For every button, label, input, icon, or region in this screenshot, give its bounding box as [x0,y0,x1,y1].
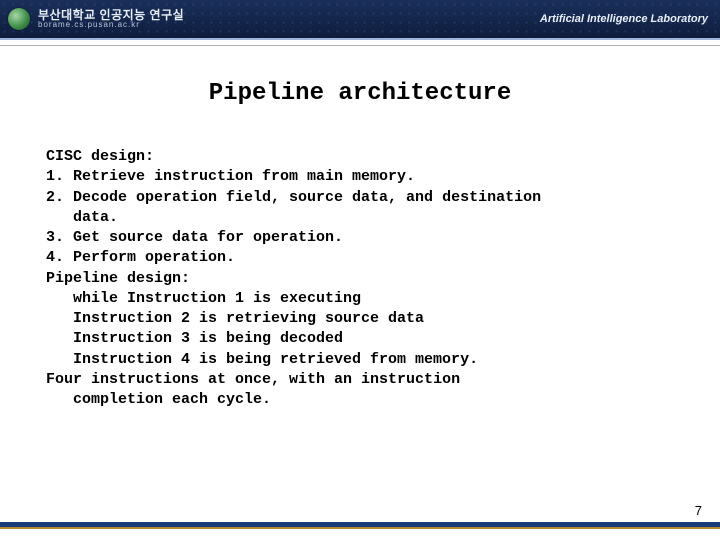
cisc-step-4: 4. Perform operation. [46,248,674,268]
slide-footer [0,522,720,540]
slide-header: 부산대학교 인공지능 연구실 borame.cs.pusan.ac.kr Art… [0,0,720,38]
pipeline-line-3: Instruction 3 is being decoded [46,329,674,349]
cisc-step-2-line1: 2. Decode operation field, source data, … [46,188,674,208]
university-logo-icon [8,8,30,30]
header-lab-label: Artificial Intelligence Laboratory [540,13,708,25]
closing-line-2: completion each cycle. [46,390,674,410]
header-title-block: 부산대학교 인공지능 연구실 borame.cs.pusan.ac.kr [38,9,184,30]
header-gap [0,40,720,46]
slide-title: Pipeline architecture [0,80,720,107]
pipeline-line-2: Instruction 2 is retrieving source data [46,309,674,329]
header-url: borame.cs.pusan.ac.kr [38,21,184,29]
cisc-heading: CISC design: [46,147,674,167]
cisc-step-2-line2: data. [46,208,674,228]
pipeline-heading: Pipeline design: [46,269,674,289]
pipeline-line-4: Instruction 4 is being retrieved from me… [46,350,674,370]
footer-bar-gold [0,527,720,529]
closing-line-1: Four instructions at once, with an instr… [46,370,674,390]
slide-body: CISC design: 1. Retrieve instruction fro… [0,107,720,410]
pipeline-line-1: while Instruction 1 is executing [46,289,674,309]
cisc-step-3: 3. Get source data for operation. [46,228,674,248]
header-left: 부산대학교 인공지능 연구실 borame.cs.pusan.ac.kr [8,8,184,30]
page-number: 7 [695,503,702,518]
cisc-step-1: 1. Retrieve instruction from main memory… [46,167,674,187]
